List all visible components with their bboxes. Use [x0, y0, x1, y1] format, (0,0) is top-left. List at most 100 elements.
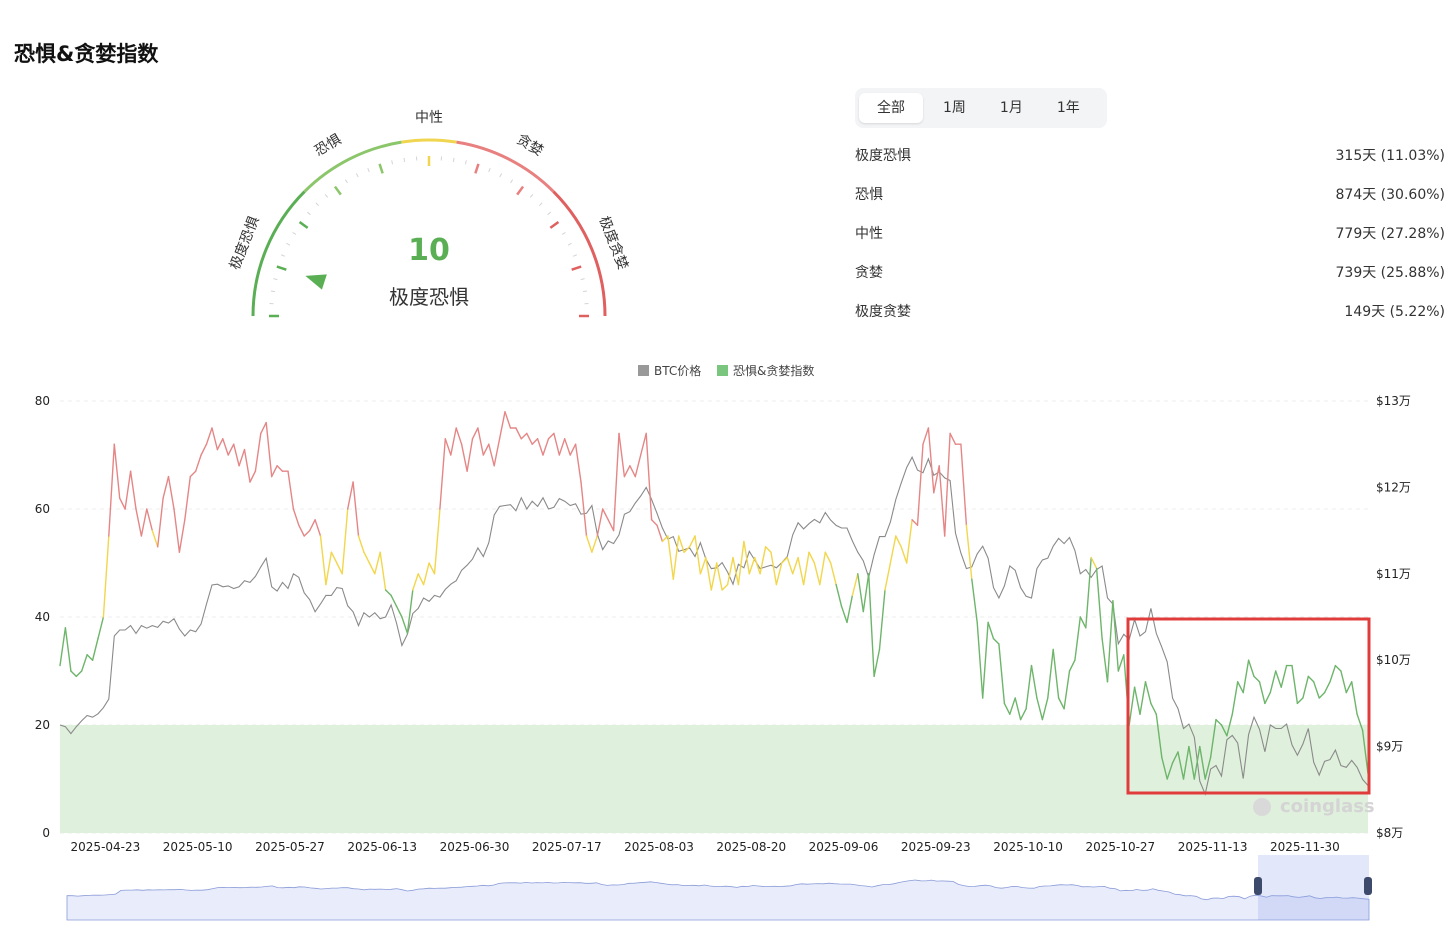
fgi-segment	[623, 465, 631, 478]
fear-zone-band	[60, 725, 1368, 833]
tab-1week[interactable]: 1周	[929, 93, 980, 123]
fgi-segment	[1117, 654, 1125, 672]
fgi-segment	[80, 654, 88, 672]
gauge-tick	[391, 160, 394, 165]
legend-label-btc[interactable]: BTC价格	[654, 363, 701, 378]
fgi-segment	[1215, 718, 1223, 726]
fgi-segment	[678, 535, 685, 553]
fgi-segment	[770, 551, 778, 586]
fgi-segment	[477, 427, 484, 456]
fgi-segment	[1236, 681, 1244, 694]
gauge-tick	[403, 157, 406, 162]
stat-label: 极度贪婪	[855, 304, 911, 320]
fgi-segment	[412, 573, 419, 591]
fgi-segment	[526, 432, 533, 445]
fgi-segment	[976, 621, 984, 699]
navigator-handle-left[interactable]	[1254, 877, 1262, 895]
tab-1month[interactable]: 1月	[986, 93, 1037, 123]
fgi-segment	[243, 448, 251, 483]
fgi-segment	[640, 432, 647, 456]
fgi-segment	[1302, 675, 1310, 699]
fgi-segment	[520, 432, 528, 440]
fgi-segment	[878, 589, 886, 651]
fgi-segment	[1253, 675, 1261, 683]
gauge-tick	[516, 185, 525, 196]
fgi-segment	[59, 627, 67, 667]
fgi-segment	[1079, 616, 1087, 629]
fgi-segment	[292, 508, 300, 526]
fgi-segment	[319, 535, 327, 586]
fgi-segment	[612, 432, 620, 532]
stat-row-fear: 恐惧 874天 (30.60%)	[855, 179, 1445, 218]
gauge-zone-label: 极度贪婪	[595, 214, 630, 272]
fgi-segment	[906, 519, 913, 564]
fgi-segment	[933, 465, 940, 494]
fgi-segment	[982, 621, 989, 699]
fgi-segment	[498, 411, 506, 440]
tab-1year[interactable]: 1年	[1043, 93, 1094, 123]
fgi-segment	[1074, 616, 1082, 661]
fgi-segment	[439, 438, 446, 510]
gauge-value-label: 极度恐惧	[389, 285, 469, 309]
fgi-segment	[542, 438, 550, 456]
fgi-segment	[916, 443, 924, 526]
fgi-segment	[1340, 670, 1348, 694]
gauge-tick	[571, 265, 582, 271]
navigator-handle-right[interactable]	[1364, 877, 1372, 895]
fgi-segment	[1247, 659, 1255, 678]
x-tick-label: 2025-07-17	[532, 840, 602, 854]
fgi-segment	[585, 535, 593, 553]
fgi-segment	[868, 573, 875, 678]
legend-label-fgi[interactable]: 恐惧&贪婪指数	[733, 363, 814, 378]
y-left-tick-label: 60	[35, 502, 50, 516]
fgi-segment	[1057, 697, 1065, 710]
fgi-segment	[1318, 691, 1326, 699]
fgi-segment	[851, 573, 859, 597]
fgi-segment	[504, 411, 512, 429]
fgi-segment	[1334, 664, 1342, 672]
stat-value: 874天 (30.60%)	[1335, 187, 1445, 203]
fgi-segment	[222, 438, 229, 456]
fgi-segment	[374, 551, 381, 575]
fgi-segment	[873, 648, 881, 678]
stat-row-neutral: 中性 779天 (27.28%)	[855, 218, 1445, 257]
gauge-tick	[280, 254, 286, 257]
x-tick-label: 2025-06-13	[347, 840, 417, 854]
fgi-segment	[1296, 697, 1304, 705]
fgi-segment	[493, 438, 501, 467]
fgi-segment	[298, 524, 305, 537]
fgi-segment	[1019, 708, 1027, 721]
fgi-segment	[444, 438, 452, 456]
fgi-segment	[1231, 681, 1239, 715]
y-right-tick-label: $8万	[1376, 826, 1403, 840]
fgi-segment	[705, 556, 712, 591]
gauge-tick	[567, 242, 572, 246]
fgi-segment	[184, 475, 192, 521]
fgi-segment	[1030, 664, 1038, 699]
fgi-segment	[949, 432, 957, 445]
fgi-segment	[113, 443, 121, 499]
stat-value: 315天 (11.03%)	[1335, 148, 1445, 164]
fgi-segment	[667, 535, 674, 580]
fgi-segment	[726, 556, 734, 586]
fgi-segment	[1052, 648, 1060, 699]
fgi-segment	[347, 481, 354, 510]
fgi-segment	[260, 421, 267, 435]
fgi-segment	[737, 540, 745, 586]
fgi-segment	[884, 562, 892, 591]
navigator-selection[interactable]	[1258, 855, 1369, 920]
fgi-segment	[390, 594, 398, 607]
fear-greed-chart[interactable]: BTC价格 恐惧&贪婪指数 80 60 40 20 0 $13万 $12万 $11万 $10万…	[0, 350, 1456, 940]
chart-legend: BTC价格 恐惧&贪婪指数	[638, 363, 814, 378]
watermark-text: coinglass	[1280, 796, 1375, 817]
fgi-segment	[900, 546, 908, 564]
tab-all[interactable]: 全部	[859, 93, 923, 123]
fgi-segment	[395, 605, 403, 618]
gauge-tick	[344, 179, 348, 184]
fgi-segment	[249, 470, 257, 483]
fgi-segment	[764, 546, 772, 553]
fgi-segment	[118, 497, 126, 510]
gauge-zone-label: 贪婪	[514, 132, 546, 160]
x-tick-label: 2025-04-23	[71, 840, 141, 854]
fgi-segment	[835, 583, 843, 607]
